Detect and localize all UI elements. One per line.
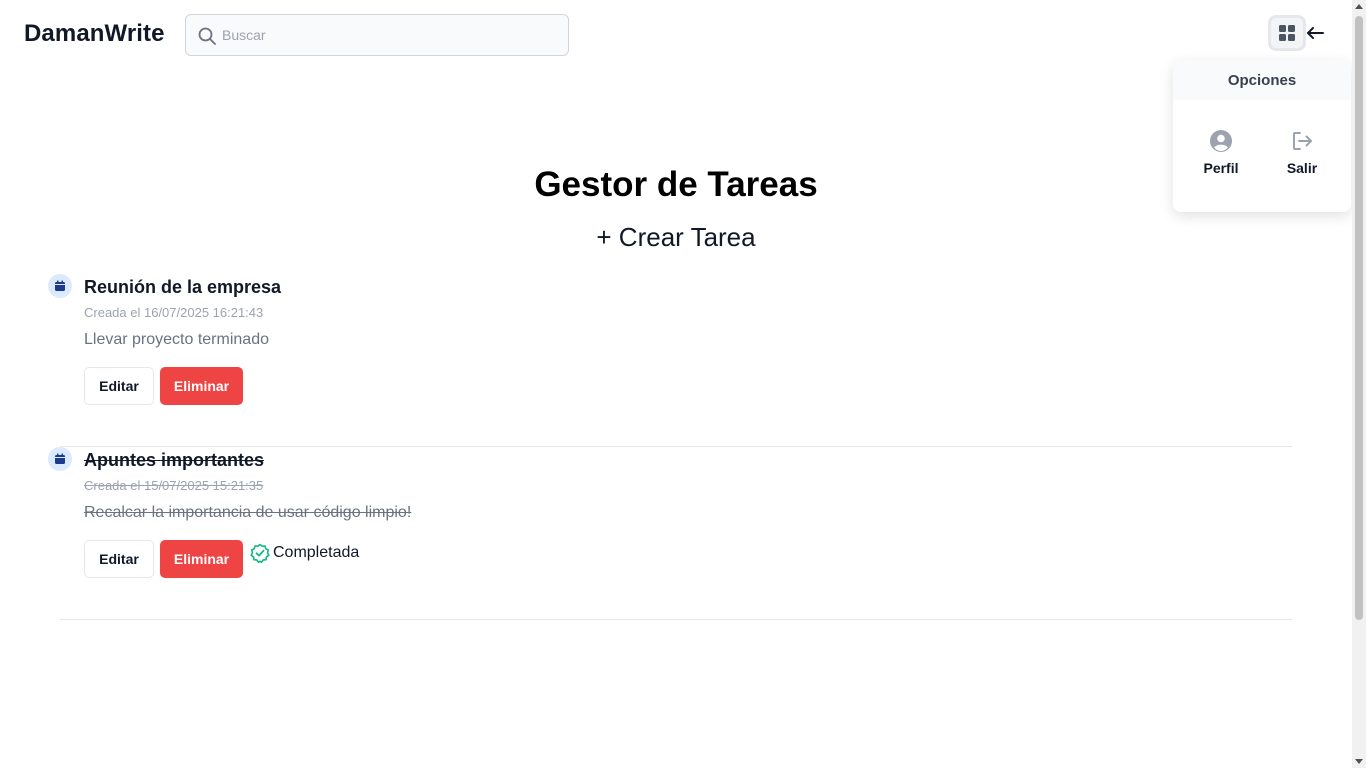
task-title: Apuntes importantes [84,450,265,470]
arrow-left-icon[interactable] [1305,23,1325,43]
check-badge-icon [250,543,270,563]
page: DamanWrite Opciones [0,0,1366,768]
task-title: Reunión de la empresa [84,277,282,297]
user-circle-icon [1210,130,1232,152]
task-item: Reunión de la empresa Creada el 16/07/20… [48,274,1292,414]
delete-button[interactable]: Eliminar [160,367,243,405]
search-icon [198,27,216,45]
calendar-icon-badge [48,274,72,298]
vertical-scrollbar[interactable] [1352,0,1366,768]
calendar-icon-badge [48,447,72,471]
scrollbar-thumb[interactable] [1355,16,1363,620]
scroll-up-arrow[interactable] [1355,4,1363,9]
task-description: Recalcar la importancia de usar código l… [84,504,412,521]
status-label: Completada [273,544,360,561]
calendar-icon [55,453,65,464]
completed-status: Completada [250,543,359,563]
search-input[interactable] [222,15,562,55]
calendar-icon [55,280,65,291]
search-box [185,14,569,56]
apps-menu-button[interactable] [1268,15,1306,51]
delete-button[interactable]: Eliminar [160,540,243,578]
task-date: Creada el 16/07/2025 16:21:43 [84,305,264,320]
header: DamanWrite [0,0,1352,70]
edit-button[interactable]: Editar [84,540,154,578]
edit-button[interactable]: Editar [84,367,154,405]
dropdown-title: Opciones [1173,60,1351,100]
divider [60,619,1292,620]
logout-icon [1293,132,1312,150]
task-description: Llevar proyecto terminado [84,331,269,348]
task-item: Apuntes importantes Creada el 15/07/2025… [48,447,1292,587]
task-date: Creada el 15/07/2025 15:21:35 [84,478,264,493]
create-task-button[interactable]: + Crear Tarea [596,222,755,252]
brand-logo[interactable]: DamanWrite [24,20,165,48]
page-title: Gestor de Tareas [534,165,818,204]
scroll-down-arrow[interactable] [1355,759,1363,764]
grid-icon [1279,25,1295,41]
